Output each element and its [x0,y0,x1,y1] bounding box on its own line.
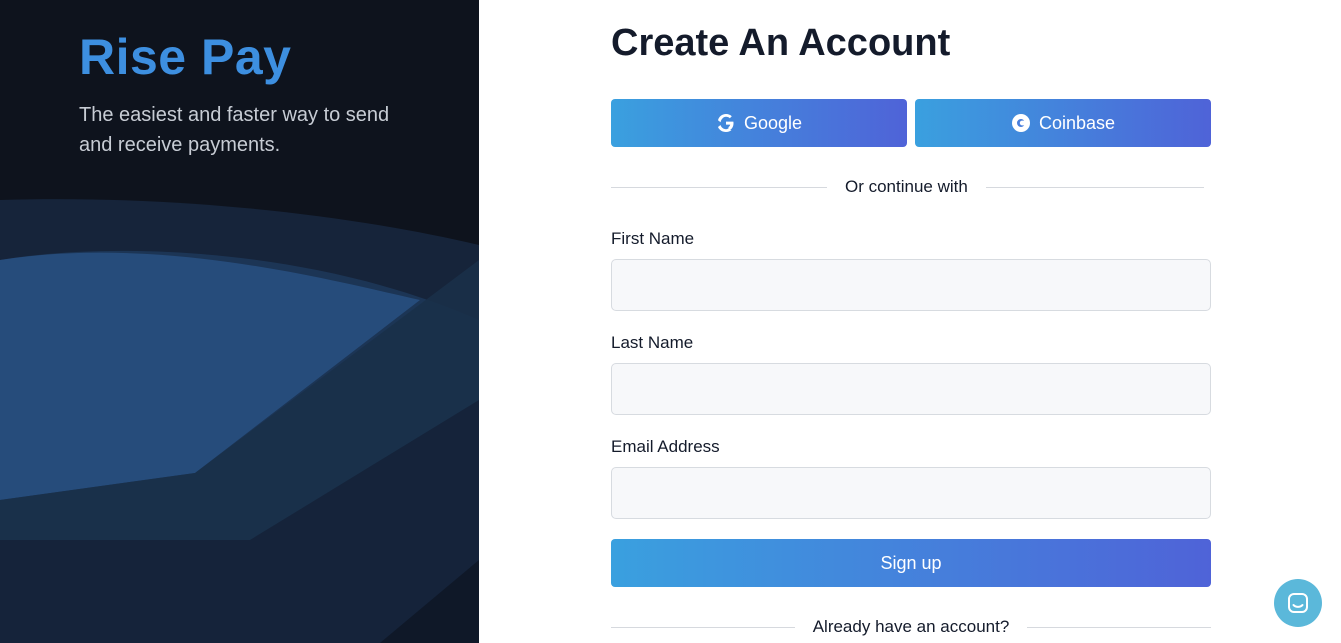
page-title: Create An Account [611,22,951,64]
first-name-label: First Name [611,229,695,248]
login-prompt-text[interactable]: Already have an account? [795,617,1028,637]
divider-line [611,626,795,628]
oauth-divider: Or continue with [611,177,1211,197]
coinbase-icon [1011,113,1031,133]
login-divider: Already have an account? [611,617,1211,637]
last-name-label: Last Name [611,333,694,352]
chat-icon [1288,593,1308,613]
brand-panel: Rise Pay The easiest and faster way to s… [0,0,479,643]
signup-button[interactable]: Sign up [611,539,1211,587]
chat-widget-button[interactable] [1274,579,1322,627]
google-button-label: Google [743,112,803,133]
first-name-input[interactable] [611,259,1211,311]
background-waves [0,199,479,643]
divider-line [985,186,1204,188]
coinbase-signin-button[interactable]: Coinbase [915,99,1211,147]
coinbase-button-label: Coinbase [1038,112,1116,133]
email-input[interactable] [611,467,1211,519]
divider-text: Or continue with [845,177,968,196]
google-signin-button[interactable]: Google [611,99,907,147]
last-name-input[interactable] [611,363,1211,415]
brand-tagline: The easiest and faster way to send and r… [79,104,390,156]
email-label: Email Address [611,437,720,456]
divider-line [611,186,827,188]
divider-line [1027,626,1211,628]
brand-logo-text: Rise Pay [79,29,292,85]
google-icon [716,113,736,133]
